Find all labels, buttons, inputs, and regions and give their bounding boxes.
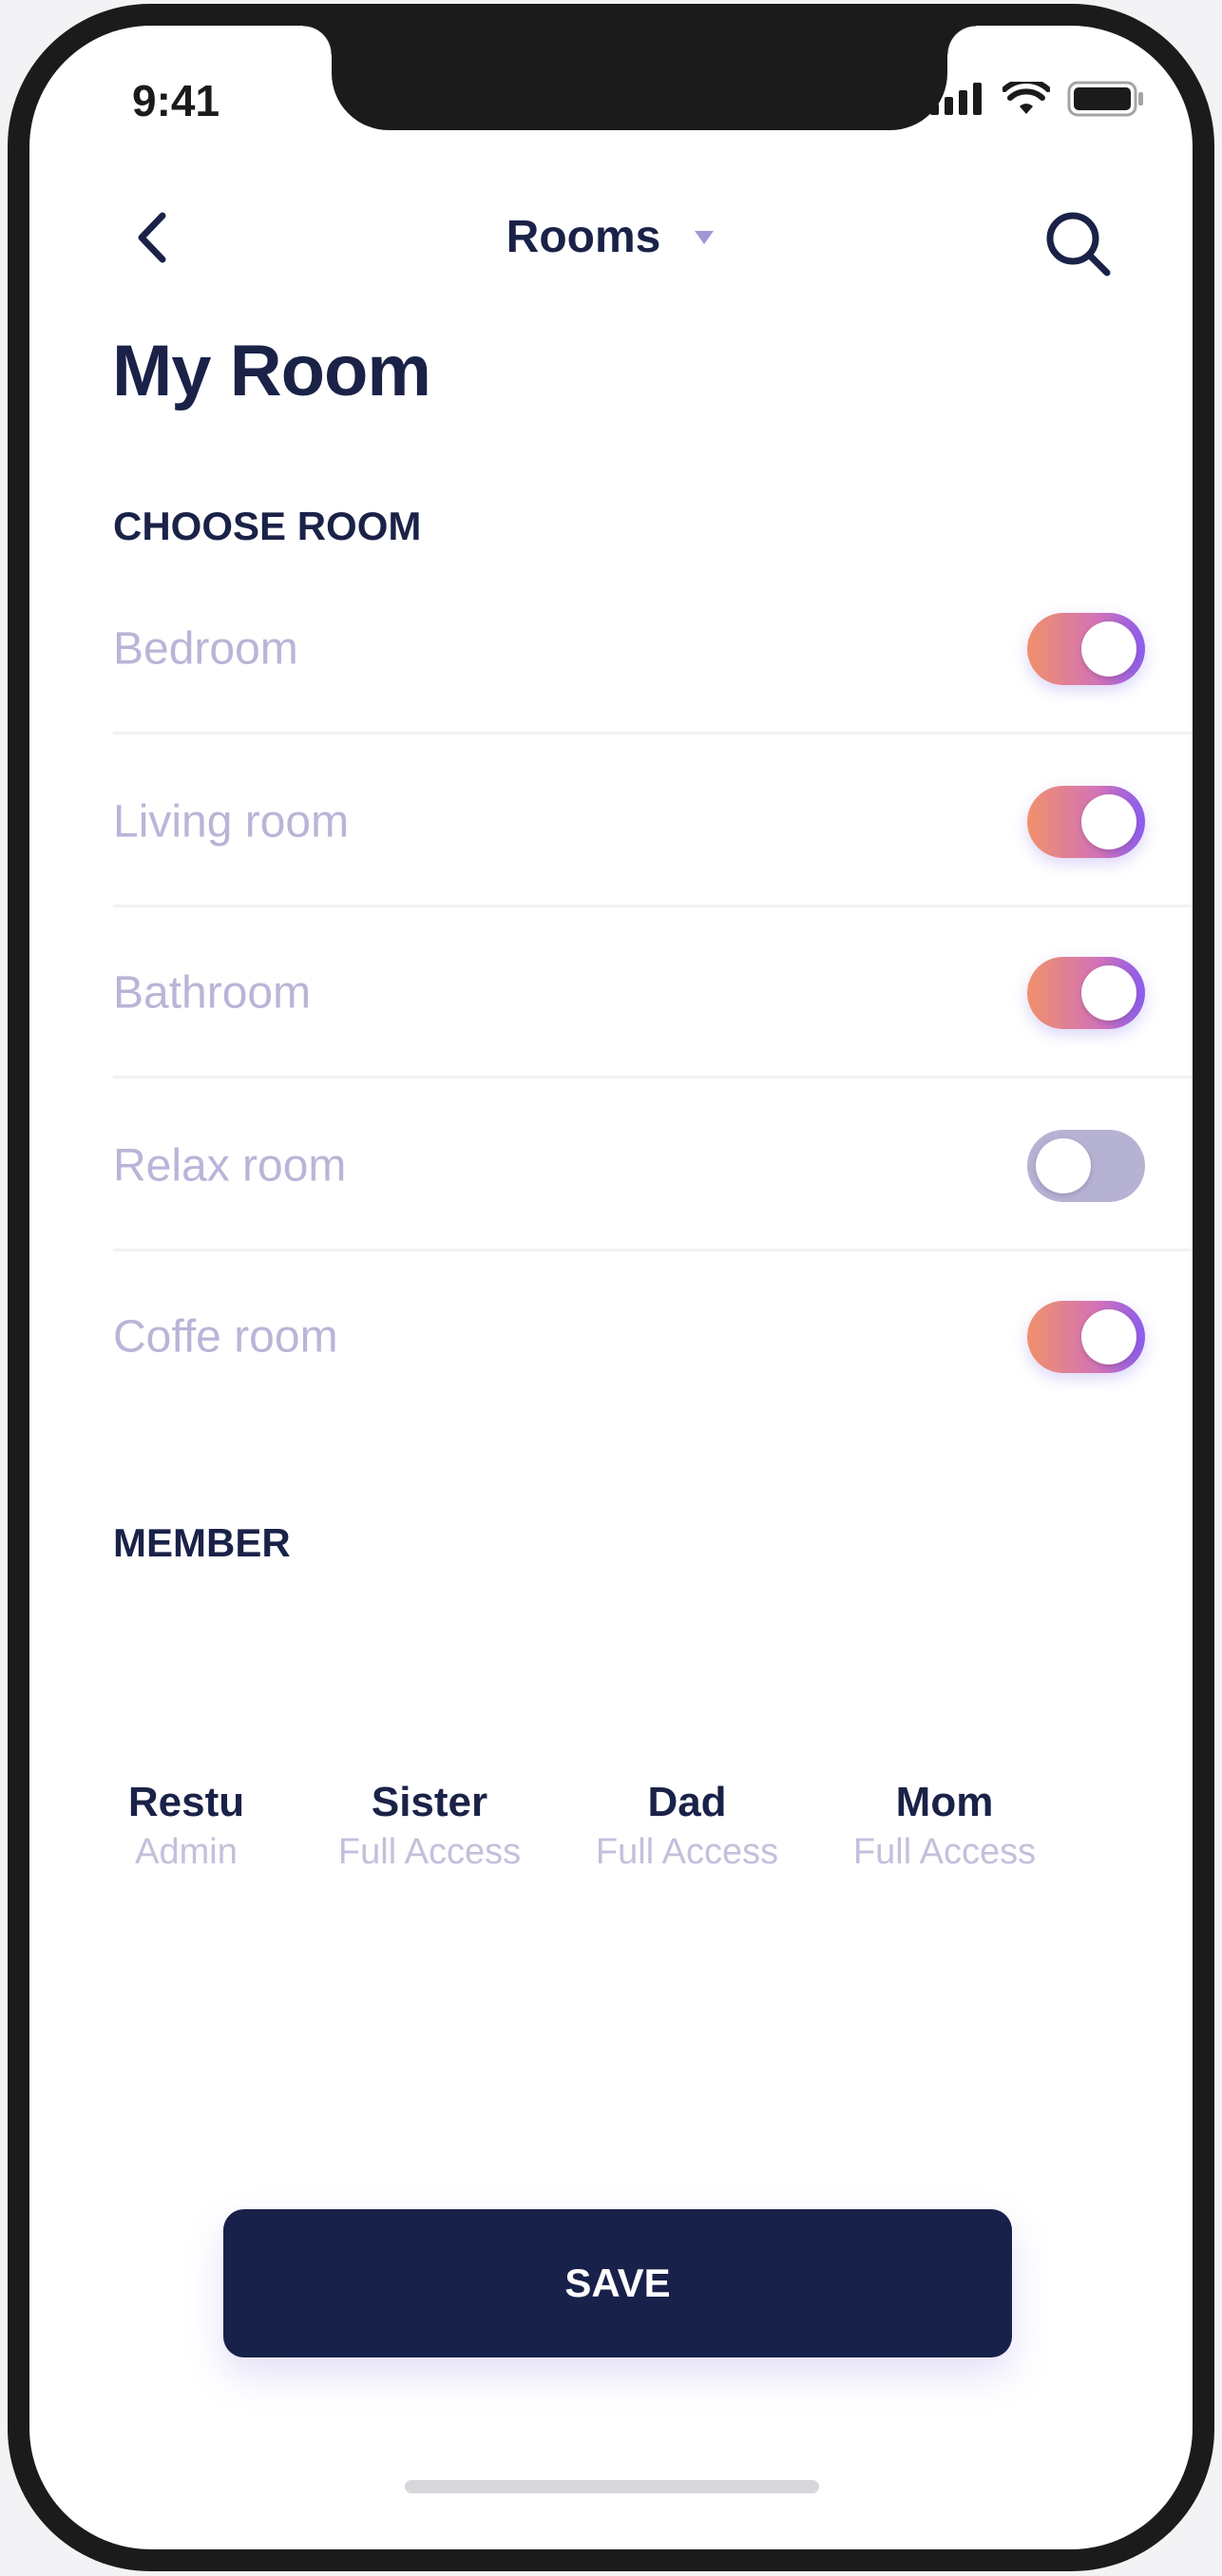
rooms-dropdown[interactable]: Rooms <box>29 211 1193 263</box>
nav-title: Rooms <box>506 212 661 262</box>
room-row-bathroom: Bathroom <box>113 907 1193 1078</box>
status-time: 9:41 <box>132 76 220 125</box>
coffe-room-toggle[interactable] <box>1027 1301 1145 1373</box>
room-row-bedroom: Bedroom <box>113 563 1193 735</box>
member-sister[interactable]: Sister Full Access <box>325 1779 534 1873</box>
toggle-knob <box>1081 1309 1136 1364</box>
bedroom-toggle[interactable] <box>1027 613 1145 685</box>
battery-icon <box>1067 81 1143 117</box>
search-icon[interactable] <box>1041 206 1117 282</box>
room-label: Coffe room <box>113 1311 338 1363</box>
room-label: Relax room <box>113 1140 347 1192</box>
bathroom-toggle[interactable] <box>1027 957 1145 1029</box>
toggle-knob <box>1081 965 1136 1021</box>
member-name: Dad <box>647 1779 727 1825</box>
toggle-knob <box>1081 621 1136 677</box>
room-label: Living room <box>113 796 350 848</box>
notch <box>303 26 976 130</box>
home-indicator[interactable] <box>405 2480 819 2493</box>
member-role: Full Access <box>337 1832 522 1872</box>
member-name: Sister <box>371 1779 488 1825</box>
member-role: Full Access <box>852 1832 1037 1872</box>
member-dad[interactable]: Dad Full Access <box>582 1779 792 1873</box>
member-role: Admin <box>135 1832 238 1872</box>
choose-room-label: CHOOSE ROOM <box>113 504 422 548</box>
room-label: Bedroom <box>113 623 298 675</box>
wifi-icon <box>1002 82 1050 114</box>
room-row-relax-room: Relax room <box>113 1080 1193 1251</box>
divider <box>113 1076 1193 1078</box>
toggle-knob <box>1036 1138 1091 1193</box>
save-button[interactable]: SAVE <box>223 2209 1012 2357</box>
member-name: Mom <box>895 1779 994 1825</box>
member-label: MEMBER <box>113 1520 291 1565</box>
member-name: Restu <box>127 1779 245 1825</box>
living-room-toggle[interactable] <box>1027 786 1145 858</box>
toggle-knob <box>1081 794 1136 849</box>
page-title: My Room <box>112 331 431 411</box>
signal-icon <box>930 83 982 115</box>
room-row-coffe-room: Coffe room <box>113 1251 1193 1422</box>
status-icons <box>930 81 1145 117</box>
room-row-living-room: Living room <box>113 736 1193 907</box>
member-role: Full Access <box>595 1832 779 1872</box>
relax-room-toggle[interactable] <box>1027 1130 1145 1202</box>
caret-down-icon <box>695 230 715 244</box>
phone-frame: 9:41 Rooms My Room CHOOSE ROOM Bedroom L… <box>8 4 1214 2571</box>
member-restu[interactable]: Restu Admin <box>82 1779 291 1873</box>
screen: 9:41 Rooms My Room CHOOSE ROOM Bedroom L… <box>29 26 1193 2549</box>
member-mom[interactable]: Mom Full Access <box>840 1779 1049 1873</box>
room-label: Bathroom <box>113 967 312 1019</box>
divider <box>113 732 1193 735</box>
